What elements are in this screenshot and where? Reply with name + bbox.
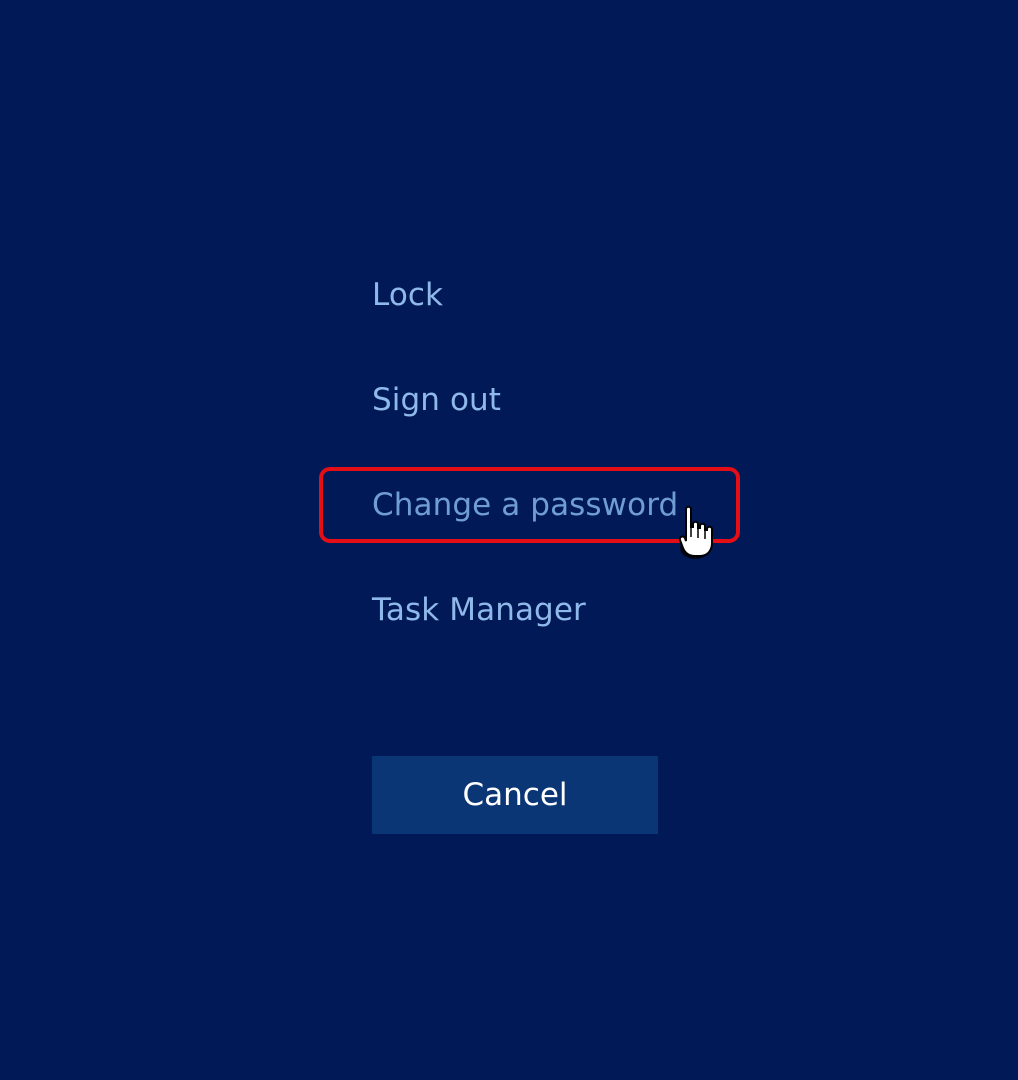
hand-pointer-icon [678,505,713,559]
change-password-option[interactable]: Change a password [372,481,678,529]
cancel-button[interactable]: Cancel [372,756,658,834]
task-manager-option[interactable]: Task Manager [372,586,586,634]
sign-out-option[interactable]: Sign out [372,376,501,424]
lock-option[interactable]: Lock [372,271,443,319]
